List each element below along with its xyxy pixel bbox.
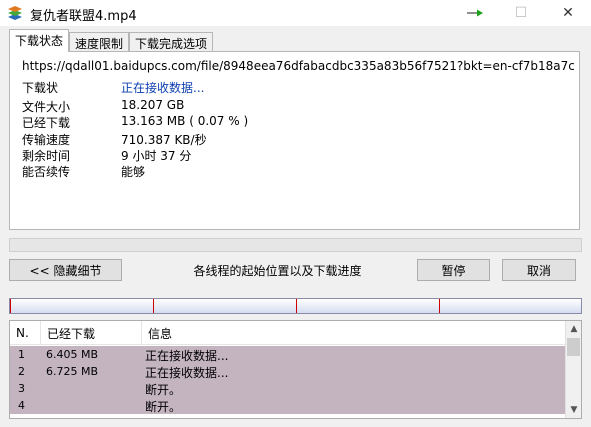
cancel-button[interactable]: 取消 <box>502 259 576 281</box>
speed-label: 传输速度 <box>22 133 71 147</box>
download-info-panel: https://qdall01.baidupcs.com/file/8948ee… <box>9 51 580 230</box>
filesize-label: 文件大小 <box>22 100 71 114</box>
segment-marker <box>296 299 297 313</box>
thread-downloaded: 6.725 MB <box>46 365 99 378</box>
maximize-icon: ☐ <box>514 5 528 21</box>
thread-rows: 1 6.405 MB 正在接收数据... 2 6.725 MB 正在接收数据..… <box>10 346 565 414</box>
thread-segments-bar <box>9 298 582 314</box>
overall-progress-bar <box>9 238 582 252</box>
list-header: N. 已经下载 信息 <box>10 321 565 345</box>
thread-list: N. 已经下载 信息 1 6.405 MB 正在接收数据... 2 6.725 … <box>9 320 582 419</box>
download-url: https://qdall01.baidupcs.com/file/8948ee… <box>22 59 574 73</box>
remaining-value: 9 小时 37 分 <box>121 149 192 163</box>
scroll-up-arrow-icon[interactable]: ▲ <box>566 321 581 337</box>
status-label: 下载状 <box>22 81 59 95</box>
table-row[interactable]: 2 6.725 MB 正在接收数据... <box>10 363 565 380</box>
segment-marker <box>10 299 11 313</box>
thread-info: 正在接收数据... <box>145 366 229 380</box>
table-row[interactable]: 4 断开。 <box>10 397 565 414</box>
close-icon: ✕ <box>562 5 574 21</box>
minimize-icon <box>467 9 483 17</box>
minimize-button[interactable] <box>452 0 498 26</box>
resume-label: 能否续传 <box>22 165 71 179</box>
scrollbar-thumb[interactable] <box>567 338 580 356</box>
column-header-info[interactable]: 信息 <box>142 321 342 345</box>
threads-caption: 各线程的起始位置以及下载进度 <box>193 264 362 278</box>
thread-number: 4 <box>18 399 25 412</box>
downloaded-label: 已经下载 <box>22 116 71 130</box>
table-row[interactable]: 3 断开。 <box>10 380 565 397</box>
status-value: 正在接收数据... <box>121 81 205 95</box>
thread-number: 1 <box>18 348 25 361</box>
resume-value: 能够 <box>121 165 146 179</box>
thread-downloaded: 6.405 MB <box>46 348 99 361</box>
column-header-number[interactable]: N. <box>10 321 41 345</box>
thread-info: 断开。 <box>145 383 182 397</box>
thread-info: 断开。 <box>145 400 182 414</box>
segment-marker <box>153 299 154 313</box>
downloaded-value: 13.163 MB ( 0.07 % ) <box>121 114 249 128</box>
filesize-value: 18.207 GB <box>121 98 185 112</box>
speed-value: 710.387 KB/秒 <box>121 133 207 147</box>
app-download-icon <box>8 6 22 20</box>
remaining-label: 剩余时间 <box>22 149 71 163</box>
tab-download-status[interactable]: 下载状态 <box>9 29 70 52</box>
title-bar: 复仇者联盟4.mp4 ☐ ✕ <box>0 0 591 26</box>
table-row[interactable]: 1 6.405 MB 正在接收数据... <box>10 346 565 363</box>
vertical-scrollbar[interactable]: ▲ ▼ <box>565 321 581 418</box>
column-header-downloaded[interactable]: 已经下载 <box>41 321 142 345</box>
scroll-down-arrow-icon[interactable]: ▼ <box>566 402 581 418</box>
pause-button[interactable]: 暂停 <box>417 259 490 281</box>
thread-info: 正在接收数据... <box>145 349 229 363</box>
close-button[interactable]: ✕ <box>545 0 591 26</box>
window-title: 复仇者联盟4.mp4 <box>30 9 137 24</box>
maximize-button[interactable]: ☐ <box>498 0 544 26</box>
thread-number: 2 <box>18 365 25 378</box>
segment-marker <box>439 299 440 313</box>
hide-details-button[interactable]: << 隐藏细节 <box>9 259 122 281</box>
thread-number: 3 <box>18 382 25 395</box>
tab-speed-limit[interactable]: 速度限制 <box>69 32 130 52</box>
tab-completion-options[interactable]: 下载完成选项 <box>129 32 214 52</box>
